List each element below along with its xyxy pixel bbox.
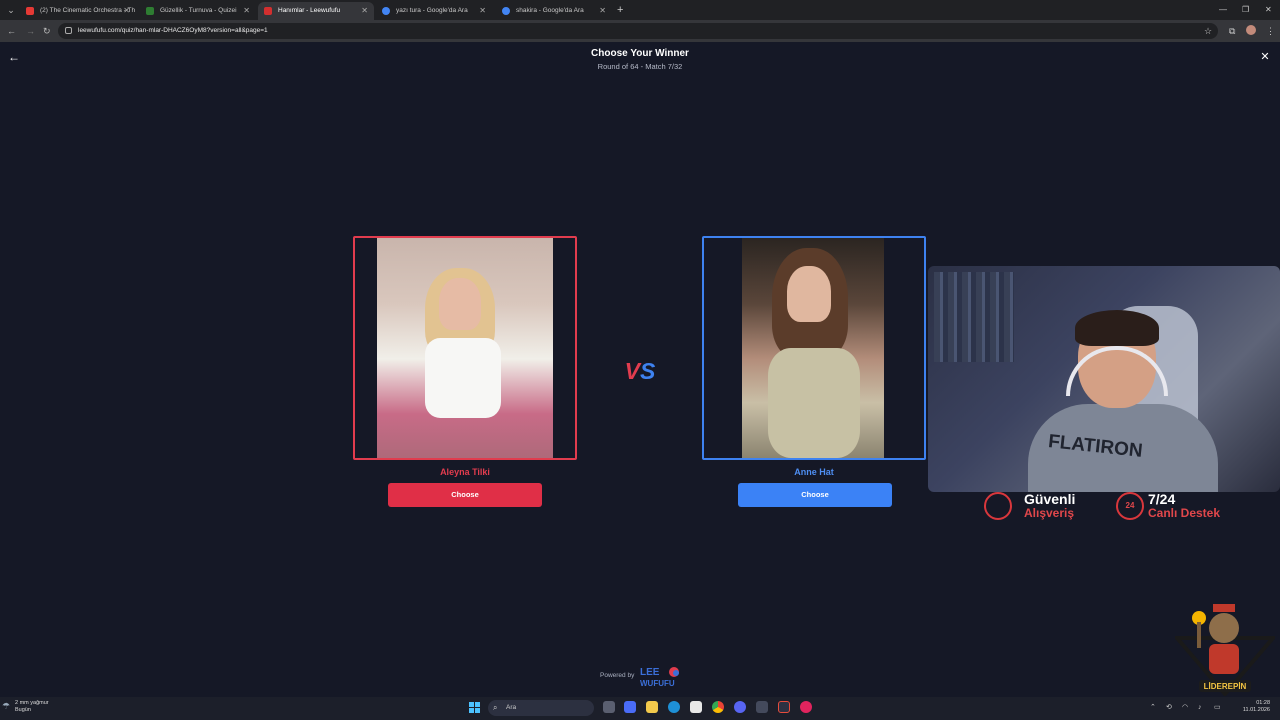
chrome-icon[interactable] bbox=[712, 701, 724, 713]
browser-toolbar: ← → ↻ leewufufu.com/quiz/han-mlar-DHACZ6… bbox=[0, 20, 1280, 42]
window-close-icon[interactable]: ✕ bbox=[1265, 3, 1272, 17]
search-icon: ⌕ bbox=[493, 703, 498, 712]
tab-title: yazı tura - Google'da Ara bbox=[396, 7, 468, 14]
minimize-icon[interactable]: — bbox=[1219, 3, 1227, 17]
tab-title: Güzellik - Turnuva - Quizei bbox=[160, 7, 237, 14]
logo-line2: WUFUFU bbox=[640, 679, 675, 688]
badge2-line1: 7/24 bbox=[1148, 491, 1176, 507]
windows-start-icon[interactable] bbox=[469, 702, 480, 713]
face-shape bbox=[439, 278, 481, 330]
left-contestant-name: Aleyna Tilki bbox=[440, 467, 490, 477]
discord-icon[interactable] bbox=[734, 701, 746, 713]
left-contestant-card[interactable] bbox=[353, 236, 577, 460]
bookmark-star-icon[interactable]: ☆ bbox=[1204, 24, 1212, 38]
tab-close-icon[interactable]: ✕ bbox=[123, 2, 130, 20]
tab-strip: ⌄ (2) The Cinematic Orchestra - Th ✕ Güz… bbox=[0, 0, 1280, 20]
search-placeholder: Ara bbox=[506, 704, 517, 711]
google-favicon-icon bbox=[382, 7, 390, 15]
bookshelf bbox=[934, 272, 1014, 362]
volume-icon[interactable]: ♪ bbox=[1198, 702, 1202, 714]
page-title: Choose Your Winner bbox=[591, 48, 689, 59]
store-icon[interactable] bbox=[690, 701, 702, 713]
face-shape bbox=[787, 266, 831, 322]
weather-line2: Bugün bbox=[15, 707, 31, 713]
reload-icon[interactable]: ↻ bbox=[43, 24, 51, 38]
tab-search-chevron-icon[interactable]: ⌄ bbox=[4, 3, 18, 17]
app-icon-2[interactable] bbox=[778, 701, 790, 713]
dress-shape bbox=[768, 348, 860, 458]
leewufufu-logo[interactable]: LEE WUFUFU bbox=[640, 665, 682, 689]
clock[interactable]: 01:28 11.01.2026 bbox=[1240, 700, 1270, 714]
profile-avatar[interactable] bbox=[1246, 25, 1256, 35]
rain-cloud-icon: ☂ bbox=[2, 701, 11, 711]
left-contestant-photo[interactable] bbox=[377, 238, 553, 458]
tab-close-icon[interactable]: ✕ bbox=[243, 2, 250, 20]
time: 01:28 bbox=[1256, 700, 1270, 706]
tab-title: Hanımlar - Leewufufu bbox=[278, 7, 341, 14]
top-shape bbox=[425, 338, 501, 418]
app-icon[interactable] bbox=[756, 701, 768, 713]
network-icon[interactable]: ⟲ bbox=[1166, 702, 1172, 714]
shield-check-icon bbox=[984, 492, 1012, 520]
quiz-favicon-icon bbox=[146, 7, 154, 15]
date: 11.01.2026 bbox=[1242, 707, 1270, 713]
secure-shopping-badge: Güvenli Alışveriş bbox=[984, 490, 1104, 524]
restore-icon[interactable]: ❐ bbox=[1242, 3, 1249, 17]
browser-menu-icon[interactable]: ⋮ bbox=[1266, 24, 1275, 38]
leewufufu-favicon-icon bbox=[264, 7, 272, 15]
weather-widget[interactable]: ☂ 2 mm yağmur Bugün bbox=[2, 700, 49, 714]
vs-s: S bbox=[640, 358, 656, 384]
webcam-overlay: FLATIRON bbox=[928, 266, 1280, 492]
tab-close-icon[interactable]: ✕ bbox=[599, 2, 606, 20]
powered-by-label: Powered by bbox=[600, 672, 635, 679]
battery-icon[interactable]: ▭ bbox=[1214, 702, 1221, 714]
app-icon-3[interactable] bbox=[800, 701, 812, 713]
tab-yazi-tura[interactable]: yazı tura - Google'da Ara ✕ bbox=[376, 2, 492, 20]
tab-title: (2) The Cinematic Orchestra - Th bbox=[40, 7, 136, 14]
choose-left-button[interactable]: Choose bbox=[388, 483, 542, 507]
badge1-line2: Alışveriş bbox=[1024, 506, 1075, 520]
versus-label: VS bbox=[620, 358, 660, 385]
streamer bbox=[1028, 306, 1218, 492]
vs-v: V bbox=[624, 358, 640, 384]
logo-line1: LEE bbox=[640, 667, 660, 678]
copilot-icon[interactable] bbox=[624, 701, 636, 713]
tab-shakira[interactable]: shakira - Google'da Ara ✕ bbox=[496, 2, 612, 20]
right-contestant-name: Anne Hat bbox=[794, 467, 834, 477]
liderepin-mascot-logo: LİDEREPİN bbox=[1175, 604, 1275, 696]
tray-chevron-icon[interactable]: ⌃ bbox=[1150, 702, 1156, 714]
browser-forward-icon[interactable]: → bbox=[26, 24, 35, 38]
right-contestant-photo[interactable] bbox=[742, 238, 884, 458]
tab-hanimlar[interactable]: Hanımlar - Leewufufu ✕ bbox=[258, 2, 374, 20]
extensions-icon[interactable]: ⧉ bbox=[1229, 24, 1235, 38]
address-bar[interactable]: leewufufu.com/quiz/han-mlar-DHACZ6OyM8?v… bbox=[58, 23, 1218, 39]
choose-right-button[interactable]: Choose bbox=[738, 483, 892, 507]
tab-close-icon[interactable]: ✕ bbox=[479, 2, 486, 20]
badge1-line1: Güvenli bbox=[1024, 491, 1076, 507]
tab-guzellik[interactable]: Güzellik - Turnuva - Quizei ✕ bbox=[140, 2, 256, 20]
mascot-label: LİDEREPİN bbox=[1204, 682, 1247, 691]
match-subtitle: Round of 64 - Match 7/32 bbox=[597, 62, 683, 71]
wifi-icon[interactable]: ◠ bbox=[1182, 702, 1188, 714]
browser-back-icon[interactable]: ← bbox=[7, 24, 16, 38]
youtube-favicon-icon bbox=[26, 7, 34, 15]
badge2-line2: Canlı Destek bbox=[1148, 506, 1221, 520]
url-text[interactable]: leewufufu.com/quiz/han-mlar-DHACZ6OyM8?v… bbox=[78, 23, 268, 39]
tab-close-icon[interactable]: ✕ bbox=[361, 2, 368, 20]
taskbar-search[interactable]: ⌕ Ara bbox=[488, 700, 594, 716]
support-badge: 24 7/24 Canlı Destek bbox=[1116, 490, 1246, 524]
site-info-icon[interactable] bbox=[65, 27, 72, 34]
hair bbox=[1075, 310, 1159, 346]
new-tab-icon[interactable]: + bbox=[617, 3, 623, 17]
google-favicon-icon bbox=[502, 7, 510, 15]
edge-icon[interactable] bbox=[668, 701, 680, 713]
weather-line1: 2 mm yağmur bbox=[15, 700, 49, 706]
file-explorer-icon[interactable] bbox=[646, 701, 658, 713]
tab-title: shakira - Google'da Ara bbox=[516, 7, 584, 14]
taskbar: ☂ 2 mm yağmur Bugün ⌕ Ara ⌃ ⟲ ◠ ♪ ▭ 01:2… bbox=[0, 697, 1280, 720]
task-view-icon[interactable] bbox=[603, 701, 615, 713]
right-contestant-card[interactable] bbox=[702, 236, 926, 460]
tab-cinematic-orchestra[interactable]: (2) The Cinematic Orchestra - Th ✕ bbox=[20, 2, 136, 20]
headset-24-icon: 24 bbox=[1116, 492, 1144, 520]
